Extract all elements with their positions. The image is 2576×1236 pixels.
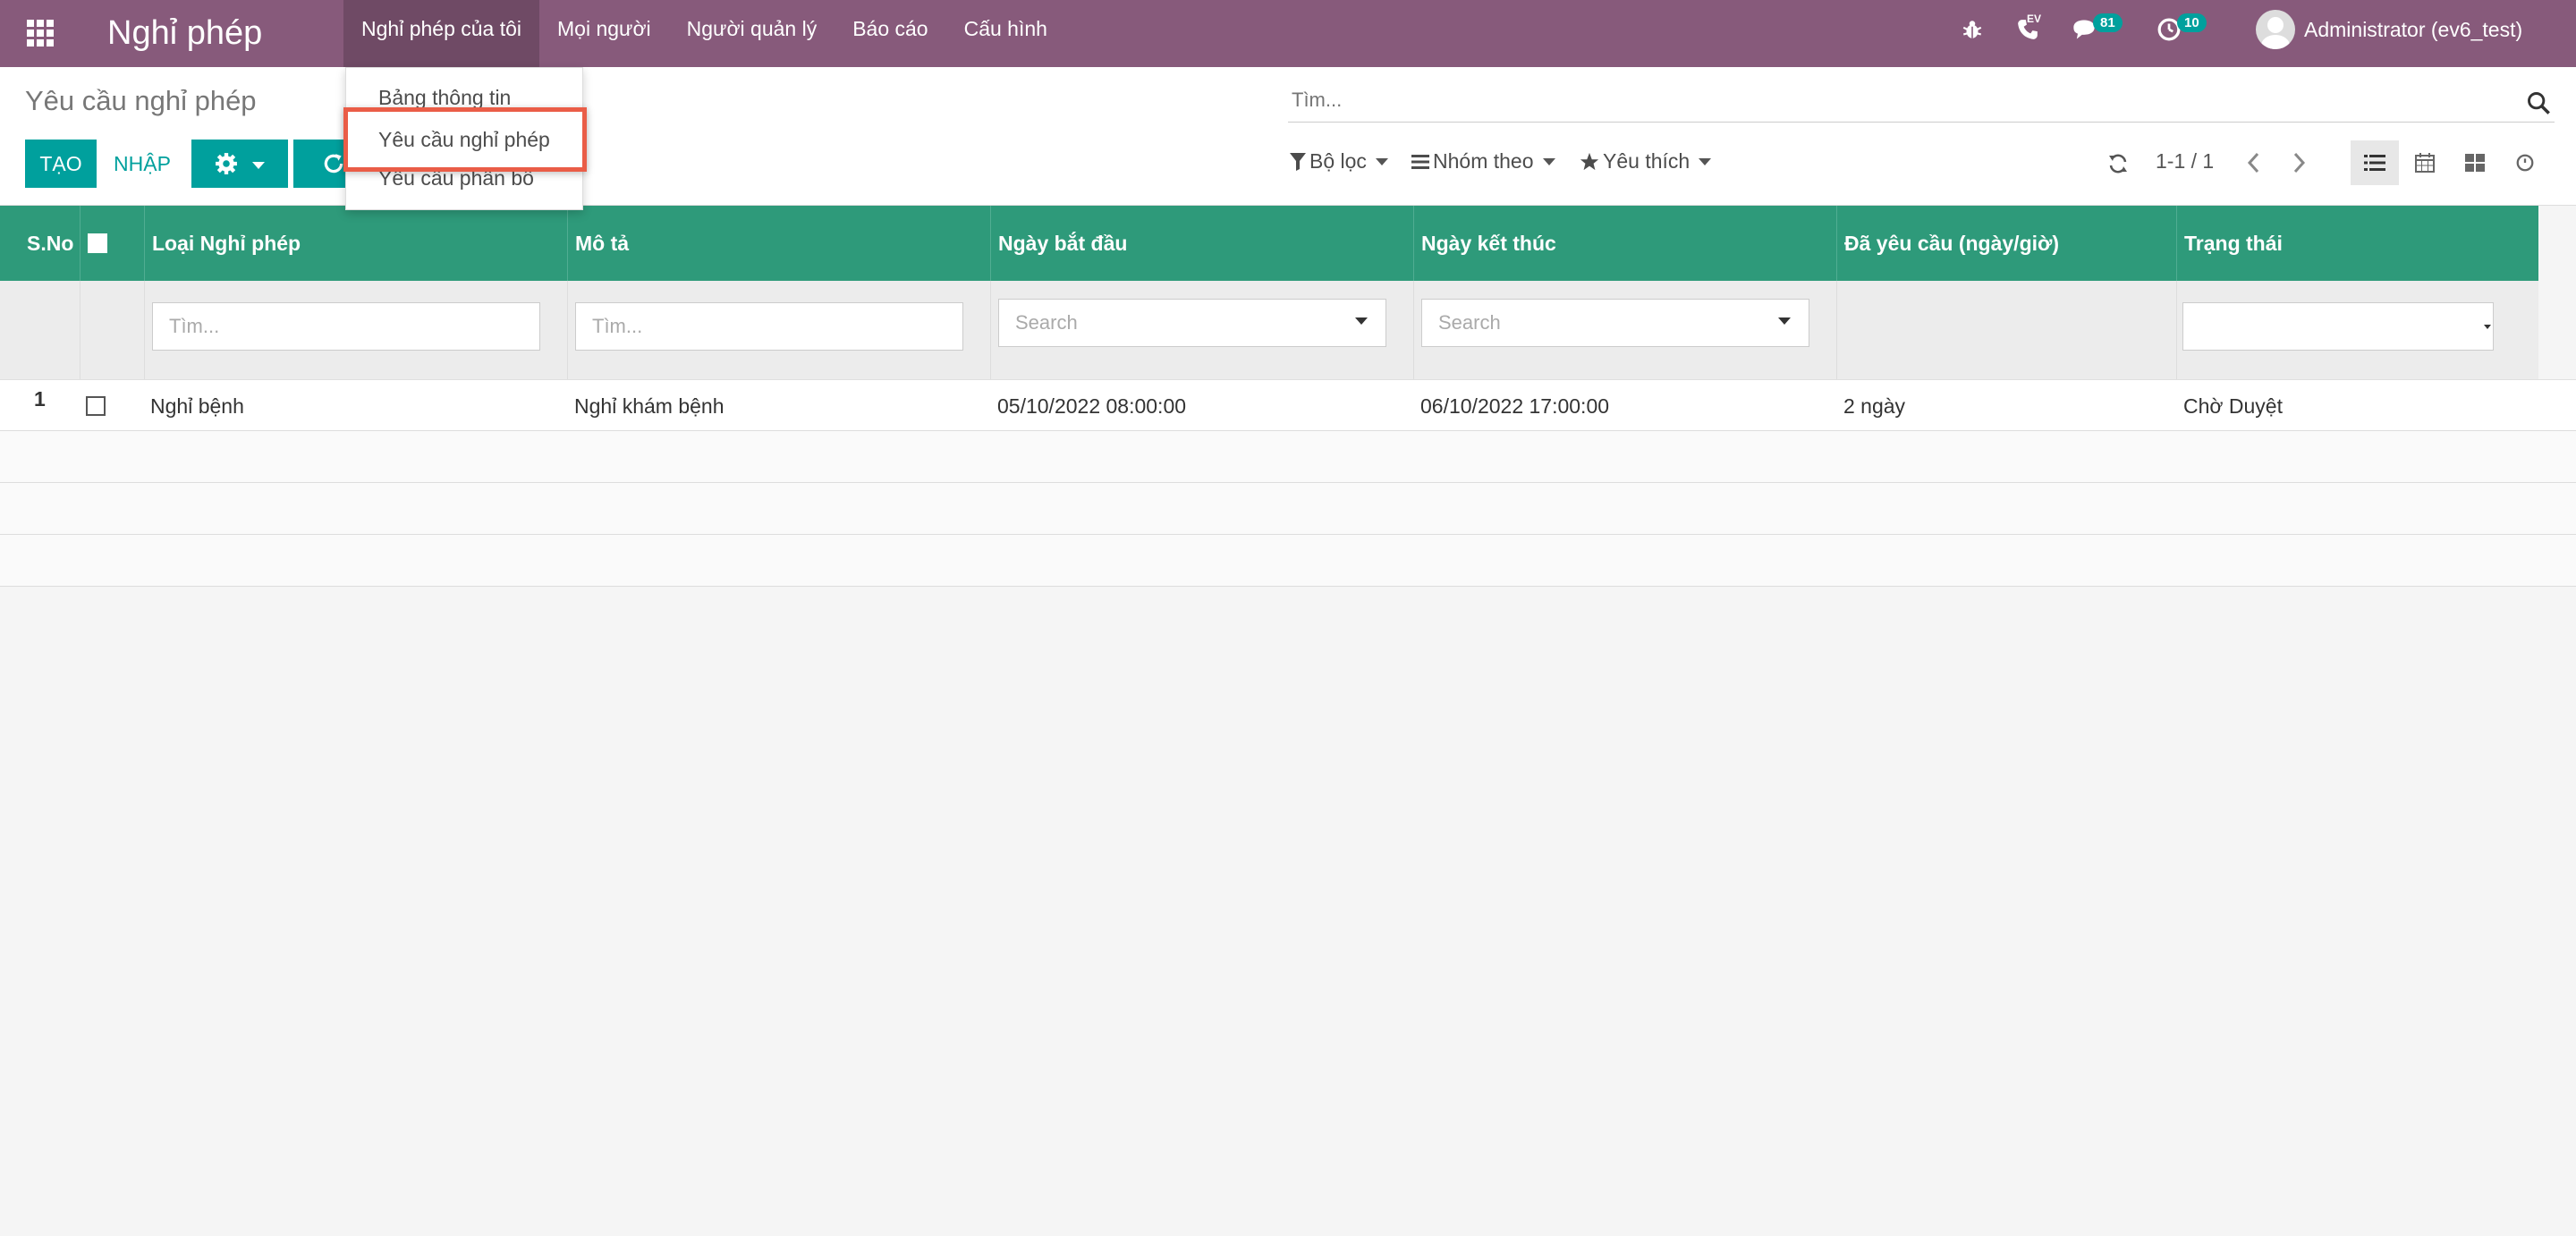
settings-dropdown-button[interactable]: [191, 140, 288, 188]
menu-manager[interactable]: Người quản lý: [669, 0, 835, 67]
leave-type-filter-input[interactable]: Tìm...: [152, 302, 540, 351]
filter-icon: [1290, 152, 1306, 171]
column-date-to[interactable]: Ngày kết thúc: [1414, 206, 1837, 281]
group-by-label: Nhóm theo: [1433, 149, 1534, 173]
row-description: Nghỉ khám bệnh: [574, 394, 724, 418]
refresh-icon: [324, 154, 343, 174]
date-to-filter-select[interactable]: Search: [1421, 299, 1809, 347]
table-row[interactable]: 1 Nghỉ bệnh Nghỉ khám bệnh 05/10/2022 08…: [0, 379, 2576, 431]
create-button[interactable]: TẠO: [25, 140, 97, 188]
chevron-down-icon: [1542, 157, 1555, 165]
date-from-filter-placeholder: Search: [1015, 311, 1078, 334]
column-description[interactable]: Mô tả: [568, 206, 991, 281]
calendar-view-button[interactable]: [2401, 140, 2449, 185]
favorites-button[interactable]: Yêu thích: [1580, 149, 1712, 174]
activity-view-button[interactable]: [2501, 140, 2549, 185]
column-sno[interactable]: S.No: [0, 206, 80, 281]
menu-configuration[interactable]: Cấu hình: [946, 0, 1065, 67]
app-title[interactable]: Nghỉ phép: [107, 9, 262, 58]
list-icon: [1411, 154, 1429, 169]
row-sno: 1: [34, 387, 46, 411]
row-date-from: 05/10/2022 08:00:00: [997, 394, 1187, 418]
filters-label: Bộ lọc: [1309, 149, 1367, 173]
clock-icon: [2516, 154, 2534, 172]
column-select-all[interactable]: [80, 206, 145, 281]
search-input[interactable]: [1292, 89, 2454, 112]
row-duration: 2 ngày: [1843, 394, 1906, 418]
pager-value[interactable]: 1-1 / 1: [2156, 149, 2214, 174]
dropdown-item-dashboard[interactable]: Bảng thông tin: [378, 86, 511, 110]
table-header: S.No Loại Nghỉ phép Mô tả Ngày bắt đầu N…: [0, 206, 2538, 281]
row-checkbox[interactable]: [86, 396, 106, 416]
date-from-filter-select[interactable]: Search: [998, 299, 1386, 347]
empty-row: [0, 535, 2576, 587]
messages-count-badge: 81: [2093, 13, 2123, 32]
search-icon[interactable]: [2526, 90, 2551, 115]
column-date-from[interactable]: Ngày bắt đầu: [991, 206, 1414, 281]
user-name: Administrator (ev6_test): [2304, 17, 2523, 41]
chevron-left-icon[interactable]: [2245, 151, 2263, 174]
group-by-button[interactable]: Nhóm theo: [1411, 149, 1555, 174]
activities-count-badge: 10: [2177, 13, 2207, 32]
list-view-button[interactable]: [2351, 140, 2399, 185]
refresh-pager-icon[interactable]: [2107, 153, 2129, 174]
chevron-down-icon: [1699, 157, 1712, 165]
chevron-right-icon[interactable]: [2290, 151, 2308, 174]
chevron-down-icon: [1778, 317, 1791, 325]
main-menu: Nghỉ phép của tôi Mọi người Người quản l…: [343, 0, 1065, 67]
filters-button[interactable]: Bộ lọc: [1290, 149, 1388, 174]
state-filter-select[interactable]: [2182, 302, 2494, 351]
column-filter-row: Tìm... Tìm... Search Search: [0, 281, 2538, 379]
dropdown-item-leave-requests[interactable]: Yêu cầu nghỉ phép: [378, 128, 550, 152]
date-to-filter-placeholder: Search: [1438, 311, 1501, 334]
star-icon: [1580, 152, 1599, 170]
gear-icon: [215, 153, 237, 174]
column-duration[interactable]: Đã yêu cầu (ngày/giờ): [1837, 206, 2177, 281]
column-leave-type[interactable]: Loại Nghỉ phép: [145, 206, 568, 281]
description-filter-input[interactable]: Tìm...: [575, 302, 963, 351]
user-avatar: [2256, 10, 2295, 49]
phone-label: EV: [2027, 13, 2042, 25]
search-bar: [1288, 85, 2555, 123]
column-state[interactable]: Trạng thái: [2177, 206, 2538, 281]
chevron-down-icon: [2484, 325, 2491, 329]
apps-menu-icon[interactable]: [27, 20, 54, 47]
chevron-down-icon: [252, 161, 266, 169]
empty-row: [0, 431, 2576, 483]
select-all-checkbox[interactable]: [88, 233, 107, 253]
page-title: Yêu cầu nghỉ phép: [25, 85, 257, 116]
menu-my-leaves[interactable]: Nghỉ phép của tôi: [343, 0, 540, 67]
row-date-to: 06/10/2022 17:00:00: [1420, 394, 1610, 418]
kanban-view-button[interactable]: [2451, 140, 2499, 185]
calendar-icon: [2415, 153, 2435, 173]
menu-everyone[interactable]: Mọi người: [539, 0, 669, 67]
row-leave-type: Nghỉ bệnh: [150, 394, 244, 418]
chevron-down-icon: [1375, 157, 1388, 165]
row-state: Chờ Duyệt: [2183, 394, 2283, 418]
debug-bug-icon[interactable]: [1961, 18, 1984, 41]
import-button[interactable]: NHẬP: [104, 140, 181, 188]
top-navbar: Nghỉ phép Nghỉ phép của tôi Mọi người Ng…: [0, 0, 2576, 67]
list-view-icon: [2364, 155, 2385, 171]
empty-row: [0, 483, 2576, 535]
menu-reporting[interactable]: Báo cáo: [835, 0, 945, 67]
favorites-label: Yêu thích: [1603, 149, 1690, 173]
chevron-down-icon: [1355, 317, 1368, 325]
user-menu[interactable]: Administrator (ev6_test): [2256, 7, 2522, 52]
highlighted-menu-item: Yêu cầu nghỉ phép: [343, 107, 587, 172]
kanban-icon: [2465, 154, 2485, 172]
